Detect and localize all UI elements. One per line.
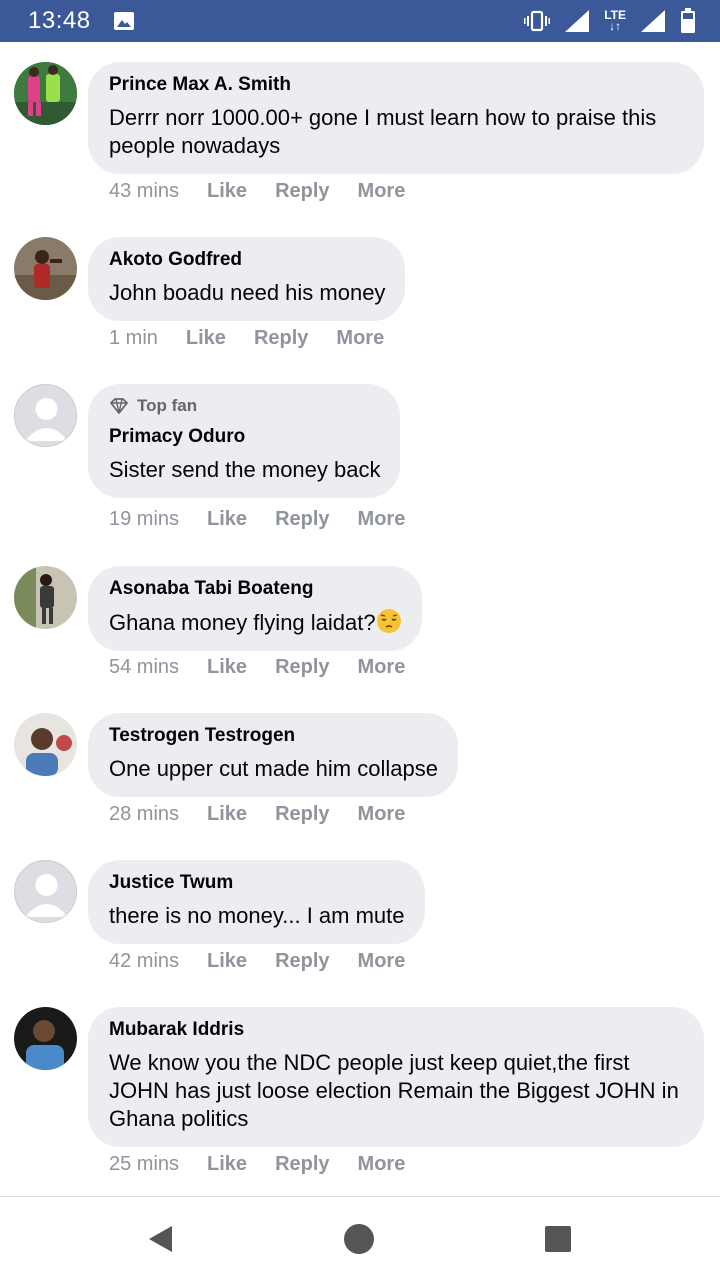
reply-button[interactable]: Reply (254, 327, 308, 350)
home-icon (344, 1224, 374, 1254)
more-button[interactable]: More (358, 180, 406, 203)
like-button[interactable]: Like (186, 327, 226, 350)
comment-list[interactable]: Prince Max A. Smith Derrr norr 1000.00+ … (0, 42, 720, 1196)
comment-time[interactable]: 43 mins (109, 180, 179, 203)
like-button[interactable]: Like (207, 508, 247, 531)
top-fan-label: Top fan (137, 396, 198, 415)
comment-meta: 28 mins Like Reply More (109, 803, 433, 826)
comment-text: We know you the NDC people just keep qui… (109, 1050, 679, 1131)
reply-button[interactable]: Reply (275, 803, 329, 826)
vibrate-icon (524, 10, 551, 32)
avatar-placeholder[interactable] (14, 384, 77, 447)
comment-text: there is no money... I am mute (109, 903, 405, 928)
home-button[interactable] (341, 1221, 377, 1257)
comment-bubble[interactable]: Justice Twum there is no money... I am m… (88, 860, 425, 944)
more-button[interactable]: More (358, 803, 406, 826)
like-button[interactable]: Like (207, 180, 247, 203)
more-button[interactable]: More (358, 508, 406, 531)
back-button[interactable] (142, 1221, 178, 1257)
reply-button[interactable]: Reply (275, 180, 329, 203)
navigation-bar (0, 1196, 720, 1280)
comment-text: John boadu need his money (109, 280, 386, 305)
more-button[interactable]: More (358, 1153, 406, 1176)
pensive-face-icon (376, 609, 401, 633)
avatar-placeholder[interactable] (14, 860, 77, 923)
reply-button[interactable]: Reply (275, 508, 329, 531)
comment-bubble[interactable]: Prince Max A. Smith Derrr norr 1000.00+ … (88, 62, 704, 174)
comment-bubble[interactable]: Asonaba Tabi Boateng Ghana money flying … (88, 566, 422, 651)
comment-time[interactable]: 28 mins (109, 803, 179, 826)
comment-time[interactable]: 1 min (109, 327, 158, 350)
back-icon (149, 1226, 172, 1252)
comment-author[interactable]: Prince Max A. Smith (109, 74, 684, 96)
reply-button[interactable]: Reply (275, 1153, 329, 1176)
default-avatar-icon (25, 874, 68, 917)
diamond-icon (110, 398, 128, 414)
signal-icon (641, 10, 665, 32)
like-button[interactable]: Like (207, 656, 247, 679)
comment-author[interactable]: Primacy Oduro (109, 426, 380, 448)
comment-bubble[interactable]: Testrogen Testrogen One upper cut made h… (88, 713, 458, 797)
reply-button[interactable]: Reply (275, 950, 329, 973)
comment-author[interactable]: Mubarak Iddris (109, 1019, 684, 1041)
comment-meta: 19 mins Like Reply More (109, 508, 433, 531)
comment-text: One upper cut made him collapse (109, 756, 438, 781)
comment-author[interactable]: Testrogen Testrogen (109, 725, 438, 747)
avatar-photo (14, 62, 77, 125)
comment-author[interactable]: Akoto Godfred (109, 249, 385, 271)
comment-meta: 1 min Like Reply More (109, 327, 412, 350)
comment-text: Sister send the money back (109, 457, 381, 482)
comment-meta: 54 mins Like Reply More (109, 656, 433, 679)
like-button[interactable]: Like (207, 803, 247, 826)
comment-bubble[interactable]: Mubarak Iddris We know you the NDC peopl… (88, 1007, 704, 1147)
lte-indicator: LTE ↓↑ (604, 9, 626, 33)
comment-bubble[interactable]: Top fan Primacy Oduro Sister send the mo… (88, 384, 401, 498)
status-bar: 13:48 LTE ↓↑ (0, 0, 720, 42)
avatar-photo (14, 1007, 77, 1070)
comment-bubble[interactable]: Akoto Godfred John boadu need his money (88, 237, 406, 321)
top-fan-badge: Top fan (109, 396, 380, 416)
comment-text: Derrr norr 1000.00+ gone I must learn ho… (109, 105, 657, 158)
status-icons: LTE ↓↑ (524, 8, 696, 34)
comment-time[interactable]: 54 mins (109, 656, 179, 679)
comment-meta: 25 mins Like Reply More (109, 1153, 433, 1176)
comment-text-content: Ghana money flying laidat? (109, 610, 376, 635)
avatar[interactable] (14, 1007, 77, 1070)
like-button[interactable]: Like (207, 950, 247, 973)
comment-text: Ghana money flying laidat? (109, 608, 402, 637)
comment-time[interactable]: 19 mins (109, 508, 179, 531)
recents-icon (545, 1226, 571, 1252)
status-time: 13:48 (28, 7, 91, 34)
reply-button[interactable]: Reply (275, 656, 329, 679)
avatar[interactable] (14, 566, 77, 629)
more-button[interactable]: More (358, 950, 406, 973)
battery-icon (681, 8, 695, 33)
comment-time[interactable]: 25 mins (109, 1153, 179, 1176)
data-arrows: ↓↑ (609, 19, 622, 33)
avatar[interactable] (14, 237, 77, 300)
recents-button[interactable] (540, 1221, 576, 1257)
like-button[interactable]: Like (207, 1153, 247, 1176)
comment-time[interactable]: 42 mins (109, 950, 179, 973)
comment-author[interactable]: Asonaba Tabi Boateng (109, 578, 402, 600)
default-avatar-icon (25, 398, 68, 441)
avatar-photo (14, 237, 77, 300)
more-button[interactable]: More (358, 656, 406, 679)
more-button[interactable]: More (336, 327, 384, 350)
comment-author[interactable]: Justice Twum (109, 872, 405, 894)
avatar-photo (14, 713, 77, 776)
comment-meta: 42 mins Like Reply More (109, 950, 433, 973)
comment-meta: 43 mins Like Reply More (109, 180, 433, 203)
avatar[interactable] (14, 713, 77, 776)
gallery-icon (113, 12, 134, 30)
avatar[interactable] (14, 62, 77, 125)
avatar-photo (14, 566, 77, 629)
signal-icon (565, 10, 590, 32)
